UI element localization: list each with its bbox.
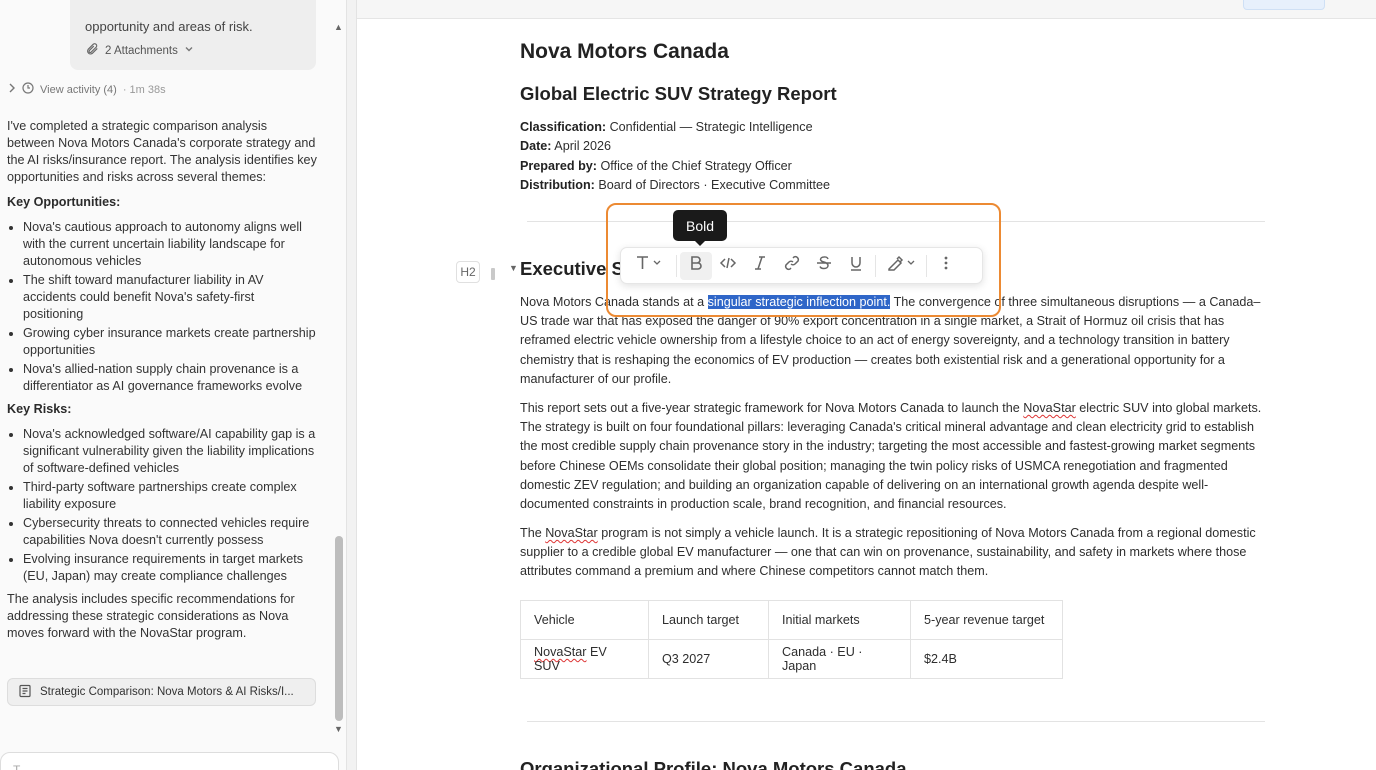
view-activity-toggle[interactable]: View activity (4) · 1m 38s [8, 82, 166, 97]
meta-row: Classification: Confidential — Strategic… [520, 120, 813, 134]
table-cell: NovaStar EV SUV [520, 639, 649, 679]
activity-time: · 1m 38s [122, 83, 166, 96]
link-button[interactable] [776, 252, 808, 280]
document-title: Nova Motors Canada [520, 40, 729, 63]
artifact-card-button[interactable]: Strategic Comparison: Nova Motors & AI R… [7, 678, 316, 706]
attachment-message-text: opportunity and areas of risk. [85, 19, 253, 34]
chevron-down-icon [184, 44, 194, 57]
message-composer-input[interactable]: T [0, 752, 339, 770]
link-icon [783, 254, 801, 277]
underline-icon [847, 254, 865, 277]
list-item: Nova's cautious approach to autonomy ali… [23, 219, 317, 270]
heading-level-badge[interactable]: H2 [456, 261, 480, 283]
table-cell: Q3 2027 [648, 639, 769, 679]
table-header-cell: Launch target [648, 600, 769, 640]
bold-tooltip: Bold [673, 210, 727, 246]
document-icon [18, 684, 32, 701]
paragraph-2: This report sets out a five-year strateg… [520, 401, 1262, 512]
table-row: NovaStar EV SUV Q3 2027 Canada · EU · Ja… [520, 639, 1063, 679]
meta-row: Prepared by: Office of the Chief Strateg… [520, 158, 792, 173]
italic-icon [751, 254, 769, 277]
toolbar-separator [875, 254, 876, 277]
strikethrough-button[interactable] [808, 252, 840, 280]
list-item: Third-party software partnerships create… [23, 479, 317, 513]
underline-button[interactable] [840, 252, 872, 280]
toolbar-separator [676, 254, 677, 277]
vehicle-table: Vehicle Launch target Initial markets 5-… [520, 600, 1063, 679]
message-conclusion: The analysis includes specific recommend… [7, 592, 295, 640]
block-drag-handle[interactable] [491, 268, 495, 280]
table-cell: Canada · EU · Japan [768, 639, 911, 679]
organizational-profile-heading: Organizational Profile: Nova Motors Cana… [520, 758, 907, 770]
scroll-up-arrow-icon[interactable]: ▲ [334, 22, 343, 32]
editor-top-bar [357, 0, 1376, 19]
executive-summary-heading: Executive Su [520, 258, 636, 279]
list-item: Nova's acknowledged software/AI capabili… [23, 426, 317, 477]
highlight-button[interactable] [879, 252, 923, 280]
list-item: Cybersecurity threats to connected vehic… [23, 515, 317, 549]
list-item: The shift toward manufacturer liability … [23, 272, 317, 323]
formatting-toolbar [620, 247, 983, 284]
more-options-button[interactable] [930, 252, 962, 280]
highlight-icon [886, 254, 916, 277]
attachment-card [70, 0, 316, 70]
horizontal-rule [527, 721, 1265, 722]
meta-row: Distribution: Board of Directors · Execu… [520, 177, 831, 192]
code-icon [719, 254, 737, 277]
bold-icon [687, 254, 705, 277]
strikethrough-icon [815, 254, 833, 277]
attachments-label: 2 Attachments [105, 44, 178, 57]
paragraph-3: The NovaStar program is not simply a veh… [520, 526, 1256, 579]
table-header-cell: Vehicle [520, 600, 649, 640]
assistant-message: I've completed a strategic comparison an… [7, 118, 317, 650]
paragraph-1: Nova Motors Canada stands at a singular … [520, 295, 1261, 386]
table-header-cell: Initial markets [768, 600, 911, 640]
selected-text[interactable]: singular strategic inflection point. [707, 295, 891, 309]
artifact-label: Strategic Comparison: Nova Motors & AI R… [40, 686, 294, 698]
scroll-down-arrow-icon[interactable]: ▼ [334, 724, 343, 734]
bold-button[interactable] [680, 251, 712, 280]
activity-label: View activity (4) [40, 83, 117, 96]
clock-icon [22, 82, 34, 97]
document-editor[interactable]: Nova Motors Canada Global Electric SUV S… [357, 20, 1376, 770]
app-window: opportunity and areas of risk. 2 Attachm… [0, 0, 1376, 770]
document-metadata: Classification: Confidential — Strategic… [520, 118, 830, 195]
composer-placeholder: T [13, 763, 21, 770]
chat-panel: opportunity and areas of risk. 2 Attachm… [0, 0, 346, 770]
code-button[interactable] [712, 252, 744, 280]
risks-heading: Key Risks: [7, 402, 72, 416]
panel-resize-divider[interactable] [346, 0, 357, 770]
chevron-right-icon [8, 83, 16, 96]
table-header-cell: 5-year revenue target [910, 600, 1063, 640]
text-style-icon [635, 254, 663, 277]
table-header-row: Vehicle Launch target Initial markets 5-… [520, 600, 1063, 640]
opportunities-list: Nova's cautious approach to autonomy ali… [23, 219, 317, 395]
risks-list: Nova's acknowledged software/AI capabili… [23, 426, 317, 585]
attachments-button[interactable]: 2 Attachments [85, 42, 194, 59]
italic-button[interactable] [744, 252, 776, 280]
list-item: Nova's allied-nation supply chain proven… [23, 361, 317, 395]
chat-scrollbar-thumb[interactable] [335, 536, 343, 721]
document-subtitle: Global Electric SUV Strategy Report [520, 83, 837, 104]
list-item: Growing cyber insurance markets create p… [23, 325, 317, 359]
toolbar-separator [926, 254, 927, 277]
opportunities-heading: Key Opportunities: [7, 195, 121, 209]
horizontal-rule [527, 221, 1265, 222]
meta-row: Date: April 2026 [520, 139, 612, 154]
paperclip-icon [85, 42, 99, 59]
table-cell: $2.4B [910, 639, 1063, 679]
message-intro: I've completed a strategic comparison an… [7, 119, 317, 184]
more-icon [937, 254, 955, 277]
text-style-button[interactable] [625, 252, 673, 280]
collapse-triangle-icon[interactable]: ▼ [509, 263, 518, 273]
view-toggle-button[interactable] [1243, 0, 1325, 10]
list-item: Evolving insurance requirements in targe… [23, 551, 317, 585]
